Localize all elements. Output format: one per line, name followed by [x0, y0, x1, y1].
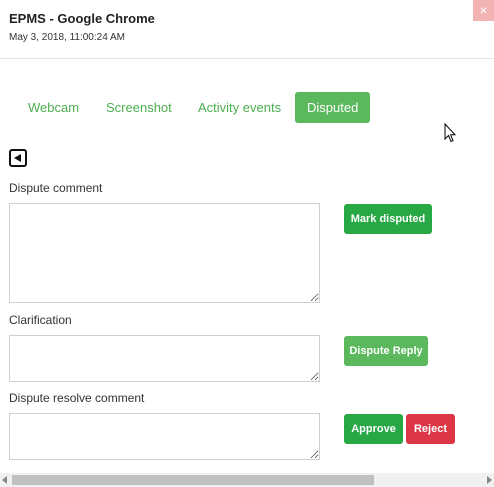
tab-webcam[interactable]: Webcam — [16, 92, 91, 123]
approve-button[interactable]: Approve — [344, 414, 403, 444]
window-timestamp: May 3, 2018, 11:00:24 AM — [9, 32, 126, 43]
dispute-comment-label: Dispute comment — [9, 181, 103, 195]
mark-disputed-button[interactable]: Mark disputed — [344, 204, 432, 234]
back-arrow-icon[interactable] — [9, 149, 27, 167]
resolve-comment-label: Dispute resolve comment — [9, 391, 145, 405]
mouse-pointer-icon — [444, 123, 456, 143]
tab-activity-events[interactable]: Activity events — [186, 92, 293, 123]
dispute-comment-input[interactable] — [9, 203, 320, 303]
tab-screenshot[interactable]: Screenshot — [94, 92, 184, 123]
scroll-left-icon[interactable] — [2, 476, 7, 484]
dispute-reply-button[interactable]: Dispute Reply — [344, 336, 428, 366]
tab-disputed[interactable]: Disputed — [295, 92, 371, 123]
resolve-comment-input[interactable] — [9, 413, 320, 460]
window-header: EPMS - Google Chrome May 3, 2018, 11:00:… — [0, 0, 494, 59]
scroll-right-icon[interactable] — [487, 476, 492, 484]
scroll-thumb[interactable] — [12, 475, 374, 485]
close-icon[interactable]: × — [473, 0, 494, 21]
horizontal-scrollbar[interactable] — [0, 473, 494, 487]
reject-button[interactable]: Reject — [406, 414, 455, 444]
tab-bar: Webcam Screenshot Activity events Disput… — [0, 92, 494, 124]
clarification-label: Clarification — [9, 313, 72, 327]
clarification-input[interactable] — [9, 335, 320, 382]
window-title: EPMS - Google Chrome — [9, 11, 155, 26]
